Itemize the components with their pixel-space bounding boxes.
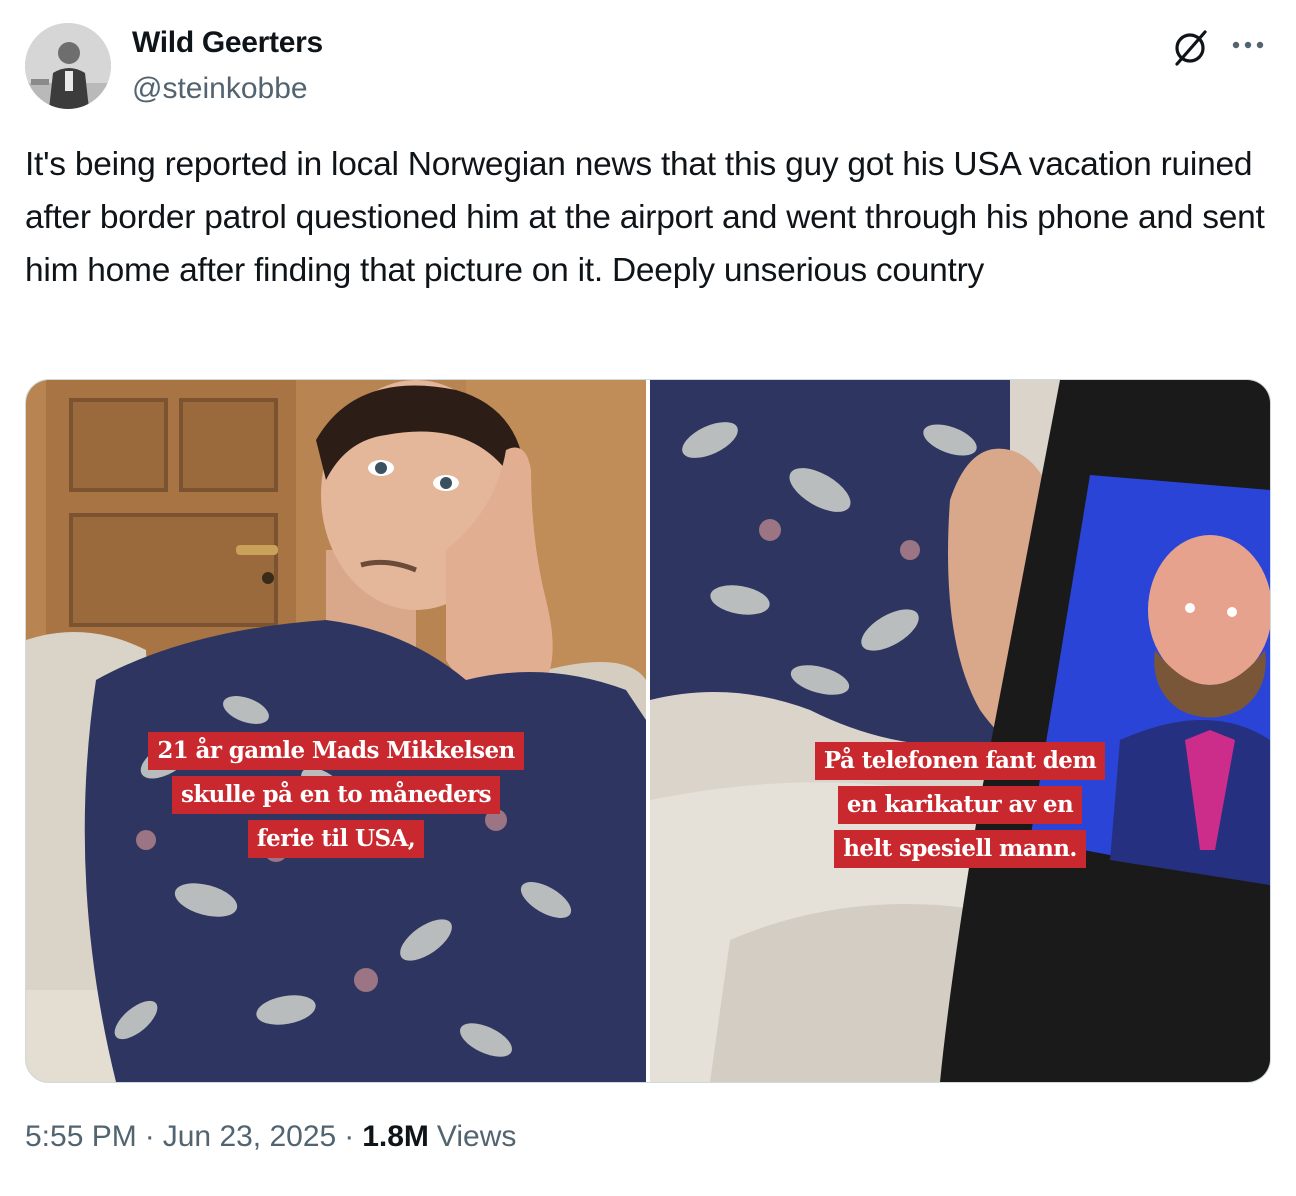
author-name[interactable]: Wild Geerters <box>132 26 323 60</box>
separator: · <box>344 1120 355 1153</box>
tweet-text: It's being reported in local Norwegian n… <box>25 146 1265 289</box>
media-grid: 21 år gamle Mads Mikkelsen skulle på en … <box>25 379 1271 1083</box>
caption-line: en karikatur av en <box>837 786 1083 824</box>
more-icon[interactable] <box>1228 30 1268 60</box>
avatar[interactable] <box>25 23 111 109</box>
views-count: 1.8M <box>362 1120 429 1153</box>
tweet-time[interactable]: 5:55 PM <box>25 1120 137 1153</box>
grok-icon[interactable] <box>1170 26 1212 68</box>
photo-right-image <box>650 380 1270 1082</box>
caption-right: På telefonen fant dem en karikatur av en… <box>650 742 1270 874</box>
caption-line: På telefonen fant dem <box>814 742 1106 780</box>
tweet-meta: 5:55 PM · Jun 23, 2025 · 1.8M Views <box>25 1120 516 1154</box>
photo-left[interactable]: 21 år gamle Mads Mikkelsen skulle på en … <box>26 380 646 1082</box>
caption-line: skulle på en to måneders <box>171 776 501 814</box>
tweet-date[interactable]: Jun 23, 2025 <box>163 1120 336 1153</box>
photo-left-image <box>26 380 646 1082</box>
caption-line: helt spesiell mann. <box>834 830 1086 868</box>
caption-left: 21 år gamle Mads Mikkelsen skulle på en … <box>26 732 646 864</box>
caption-line: ferie til USA, <box>247 820 425 858</box>
separator: · <box>144 1120 155 1153</box>
author-handle[interactable]: @steinkobbe <box>132 72 308 106</box>
views-label: Views <box>436 1120 517 1153</box>
caption-line: 21 år gamle Mads Mikkelsen <box>148 732 524 770</box>
photo-right[interactable]: På telefonen fant dem en karikatur av en… <box>650 380 1270 1082</box>
